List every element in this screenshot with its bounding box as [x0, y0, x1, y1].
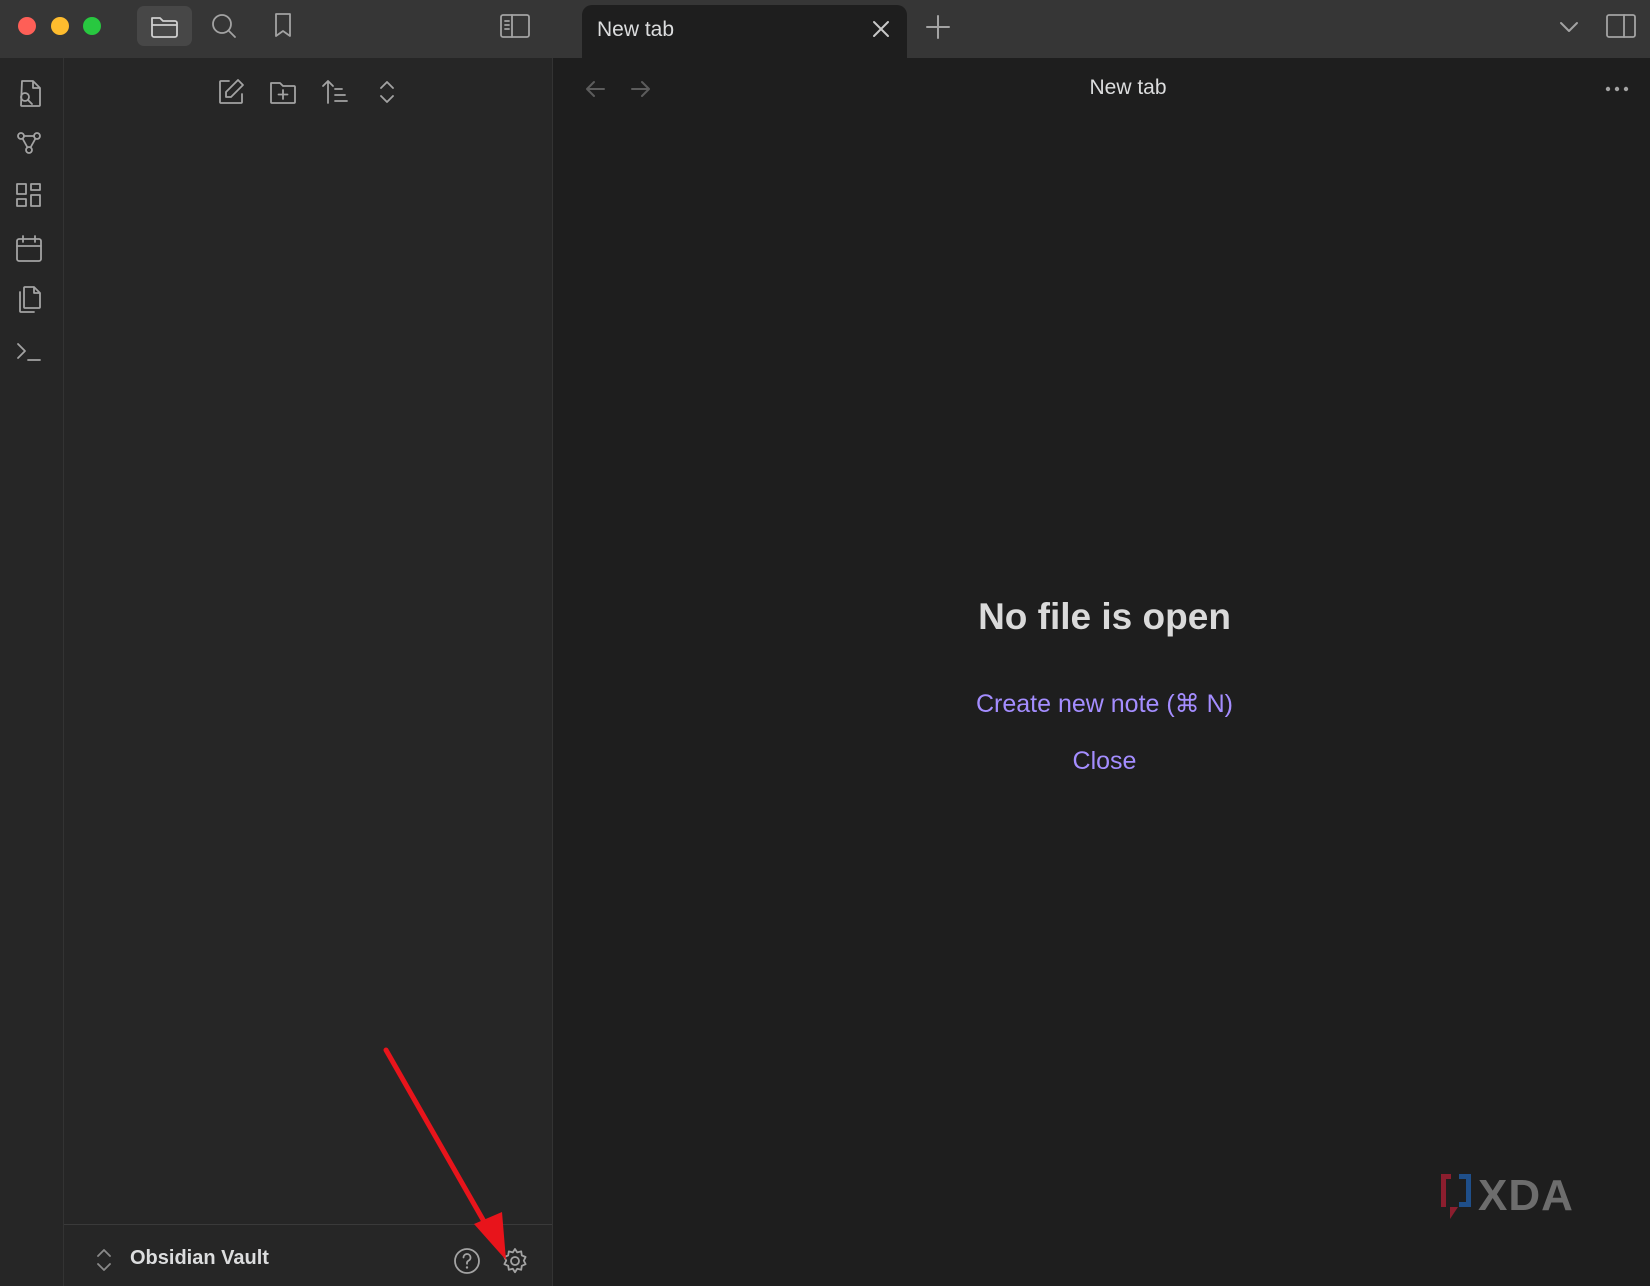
new-folder-icon — [270, 82, 296, 104]
annotation-arrow — [378, 1046, 518, 1266]
sort-button[interactable] — [320, 77, 350, 107]
xda-logo — [1437, 1170, 1477, 1222]
toggle-left-sidebar-button[interactable] — [498, 10, 532, 42]
files-tab-button[interactable] — [137, 6, 192, 46]
new-note-icon — [219, 79, 244, 104]
graph-view-button[interactable] — [14, 128, 44, 160]
search-button[interactable] — [208, 10, 240, 42]
xda-watermark-text: XDA — [1478, 1171, 1574, 1220]
window-close-button[interactable] — [18, 17, 36, 35]
create-new-note-link[interactable]: Create new note (⌘ N) — [553, 689, 1650, 719]
vault-switcher-icon — [97, 1249, 111, 1271]
chevron-down-icon — [1560, 22, 1578, 32]
main-view — [553, 58, 1650, 1286]
daily-note-icon — [16, 235, 42, 262]
daily-note-button[interactable] — [14, 233, 44, 265]
window-minimize-button[interactable] — [51, 17, 69, 35]
quick-switcher-button[interactable] — [14, 77, 44, 109]
sidebar-toggle-icon — [500, 14, 530, 38]
templates-icon — [19, 286, 41, 313]
vault-name[interactable]: Obsidian Vault — [130, 1247, 269, 1270]
search-icon — [212, 14, 236, 38]
new-folder-button[interactable] — [268, 77, 298, 107]
toggle-right-sidebar-button[interactable] — [1604, 10, 1638, 42]
vault-switcher-button[interactable] — [92, 1247, 116, 1273]
canvas-icon — [16, 183, 41, 207]
quick-switcher-icon — [20, 80, 41, 107]
bookmark-icon — [275, 13, 291, 37]
files-icon — [151, 17, 178, 38]
close-link[interactable]: Close — [553, 747, 1650, 776]
plus-icon — [926, 15, 950, 39]
more-horizontal-icon — [1605, 86, 1629, 92]
bookmarks-button[interactable] — [270, 10, 298, 42]
close-tab-button[interactable] — [869, 17, 893, 41]
more-options-button[interactable] — [1603, 76, 1631, 102]
empty-state-title: No file is open — [978, 596, 1231, 637]
templates-button[interactable] — [14, 284, 44, 316]
graph-view-icon — [17, 132, 41, 154]
command-palette-icon — [17, 343, 41, 361]
new-tab-button[interactable] — [924, 13, 952, 41]
window-zoom-button[interactable] — [83, 17, 101, 35]
sort-icon — [322, 80, 348, 104]
canvas-button[interactable] — [14, 181, 44, 211]
tab-list-button[interactable] — [1555, 13, 1583, 41]
collapse-icon — [380, 81, 394, 103]
collapse-all-button[interactable] — [372, 77, 402, 107]
right-sidebar-icon — [1606, 14, 1636, 38]
command-palette-button[interactable] — [14, 337, 44, 367]
view-header-title: New tab — [1089, 76, 1167, 99]
tab-title: New tab — [597, 18, 675, 41]
close-icon — [873, 21, 889, 37]
new-note-button[interactable] — [216, 77, 246, 107]
